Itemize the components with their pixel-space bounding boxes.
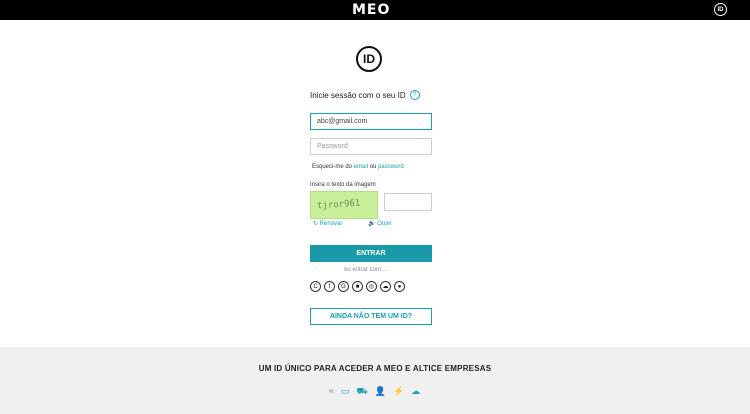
captcha-text: tjror961 — [316, 198, 361, 212]
forgot-email-link[interactable]: email — [354, 164, 368, 170]
password-field[interactable]: Password — [310, 138, 432, 155]
login-title-text: Inicie sessão com o seu ID — [310, 90, 406, 100]
social-icon-cloudy[interactable]: C — [310, 281, 321, 292]
refresh-captcha-button[interactable]: ↻ Renovar — [313, 221, 354, 227]
bus-icon: ⛟ — [356, 386, 368, 396]
help-icon[interactable]: ? — [409, 90, 420, 100]
captcha-label: Insira o texto da imagem — [310, 182, 376, 188]
captcha-image: tjror961 — [310, 191, 378, 219]
password-placeholder: Password — [317, 143, 348, 150]
login-title: Inicie sessão com o seu ID ? — [310, 90, 432, 100]
captcha-actions: ↻ Renovar 🔊 Ouvir — [313, 220, 416, 227]
user-icon: 👤 — [374, 386, 387, 396]
social-login-label: ou entrar com… — [344, 267, 388, 273]
social-icon-google[interactable]: G — [338, 281, 349, 292]
meo-logo[interactable]: MEO — [352, 2, 390, 18]
cloud-icon: ☁ — [411, 386, 421, 396]
id-logo-icon: ID — [356, 46, 382, 72]
social-icon-microsoft[interactable]: ■ — [352, 281, 363, 292]
social-icon-instagram[interactable]: ◎ — [366, 281, 377, 292]
forgot-password-link[interactable]: password — [378, 164, 404, 170]
id-icon[interactable]: ID — [714, 3, 727, 16]
top-bar: MEO ID — [0, 0, 750, 20]
forgot-prefix: Esqueci-me do — [312, 164, 353, 170]
social-login-icons: C f G ■ ◎ ☁ ● — [310, 281, 405, 292]
wifi-icon: ≈ — [329, 386, 334, 396]
forgot-connector: ou — [369, 164, 377, 170]
refresh-label: Renovar — [319, 221, 343, 227]
forgot-credentials: Esqueci-me do email ou password — [312, 164, 404, 170]
social-icon-facebook[interactable]: f — [324, 281, 335, 292]
submit-button[interactable]: ENTRAR — [310, 245, 432, 262]
email-field[interactable]: abc@gmail.com — [310, 113, 432, 130]
listen-captcha-button[interactable]: 🔊 Ouvir — [368, 221, 403, 227]
footer-title: UM ID ÚNICO PARA ACEDER A MEO E ALTICE E… — [258, 364, 492, 373]
social-icon-cloud[interactable]: ☁ — [380, 281, 391, 292]
email-value: abc@gmail.com — [317, 118, 368, 125]
energy-icon: ⚡ — [393, 386, 405, 396]
tv-icon: ▭ — [340, 386, 350, 396]
social-icon-apple[interactable]: ● — [394, 281, 405, 292]
footer-icons: ≈ ▭ ⛟ 👤 ⚡ ☁ — [329, 386, 420, 398]
footer: UM ID ÚNICO PARA ACEDER A MEO E ALTICE E… — [0, 347, 750, 414]
listen-label: Ouvir — [377, 221, 392, 227]
create-id-button[interactable]: AINDA NÃO TEM UM ID? — [310, 308, 432, 325]
captcha-input[interactable] — [384, 193, 432, 211]
